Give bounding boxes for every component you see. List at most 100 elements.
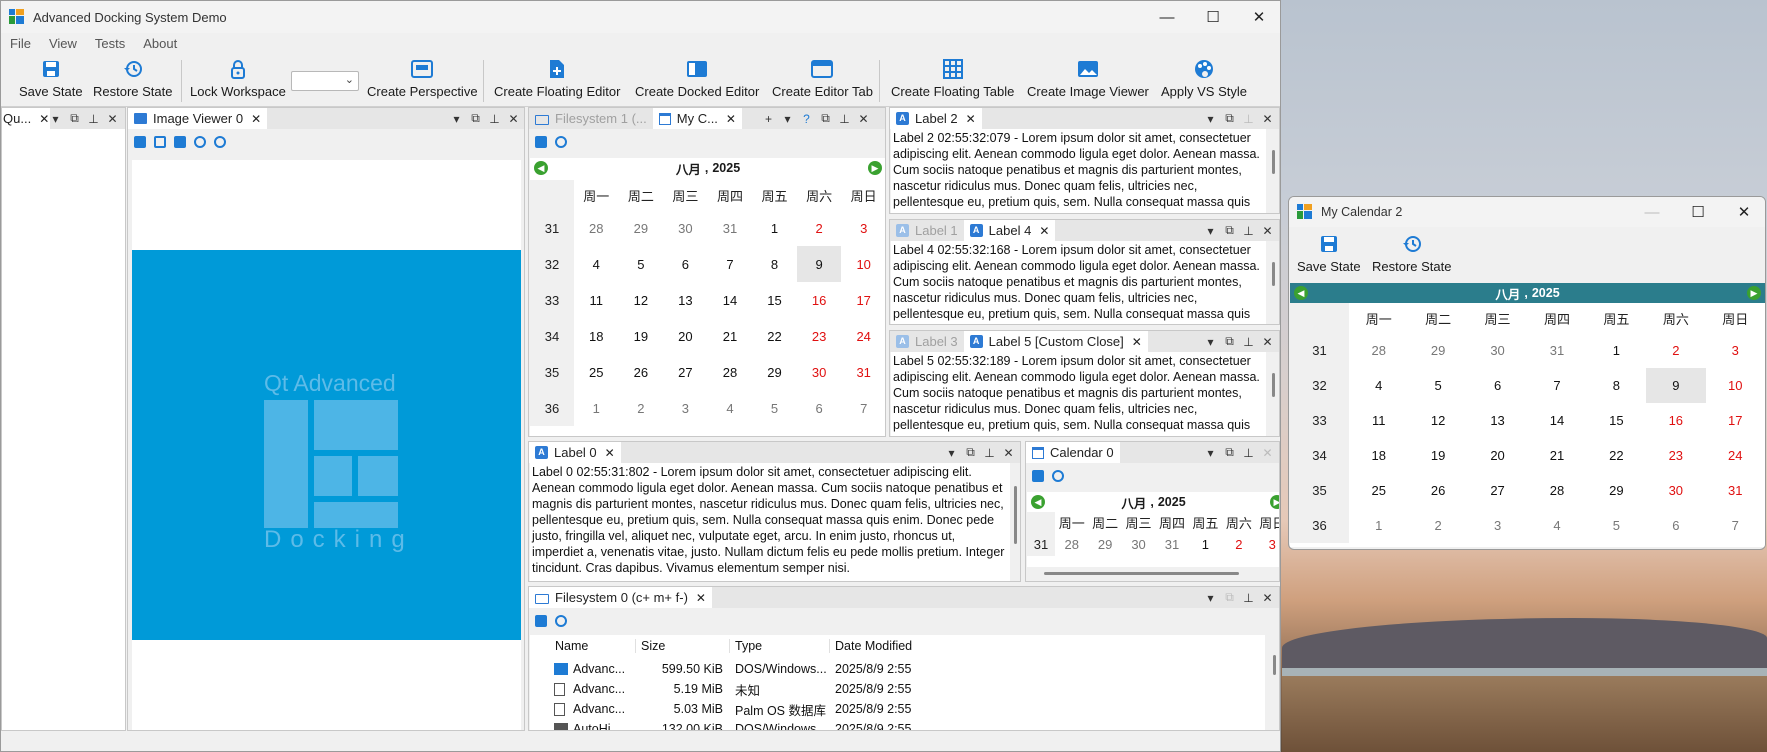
day-cell-selected[interactable]: 9 bbox=[796, 246, 842, 282]
undock-icon[interactable]: ⧉ bbox=[961, 445, 980, 460]
create-editor-tab-button[interactable]: Create Editor Tab bbox=[772, 58, 873, 104]
day-cell[interactable]: 22 bbox=[1587, 438, 1646, 473]
column-date[interactable]: Date Modified bbox=[830, 639, 950, 653]
day-cell[interactable]: 15 bbox=[752, 282, 797, 318]
day-cell[interactable]: 28 bbox=[708, 354, 753, 390]
close-icon[interactable]: ✕ bbox=[1132, 335, 1142, 349]
save-state-button[interactable]: Save State bbox=[1297, 233, 1361, 279]
pin-icon[interactable]: ⊥ bbox=[1239, 224, 1258, 238]
horizontal-scrollbar[interactable] bbox=[1044, 572, 1239, 575]
day-cell[interactable]: 5 bbox=[1587, 508, 1646, 543]
close-icon[interactable]: ✕ bbox=[854, 112, 873, 126]
menu-view[interactable]: View bbox=[40, 36, 86, 51]
day-cell[interactable]: 29 bbox=[1408, 333, 1467, 368]
table-row[interactable]: Advanc... 5.03 MiB Palm OS 数据库 2025/8/9 … bbox=[530, 699, 949, 719]
day-cell[interactable]: 13 bbox=[1468, 403, 1527, 438]
tab-menu-icon[interactable]: ▾ bbox=[447, 112, 466, 126]
prev-month-icon[interactable]: ◀ bbox=[1031, 495, 1045, 509]
day-cell[interactable]: 18 bbox=[1349, 438, 1408, 473]
day-cell[interactable]: 7 bbox=[1706, 508, 1765, 543]
day-cell[interactable]: 20 bbox=[1468, 438, 1527, 473]
day-cell[interactable]: 21 bbox=[708, 318, 753, 354]
create-floating-editor-button[interactable]: Create Floating Editor bbox=[494, 58, 620, 104]
next-month-icon[interactable]: ▶ bbox=[868, 161, 882, 175]
day-cell[interactable]: 13 bbox=[663, 282, 708, 318]
close-icon[interactable]: ✕ bbox=[1258, 224, 1277, 238]
undock-icon[interactable]: ⧉ bbox=[65, 111, 84, 126]
day-cell[interactable]: 23 bbox=[797, 318, 842, 354]
day-cell[interactable]: 4 bbox=[708, 390, 753, 426]
day-cell[interactable]: 30 bbox=[1122, 532, 1155, 556]
day-cell[interactable]: 11 bbox=[1349, 403, 1408, 438]
lock-workspace-button[interactable]: Lock Workspace bbox=[190, 58, 286, 104]
day-cell[interactable]: 7 bbox=[841, 390, 885, 426]
tab-quick[interactable]: Qu... ✕ bbox=[2, 108, 51, 129]
year-label[interactable]: 2025 bbox=[712, 161, 740, 175]
day-cell[interactable]: 24 bbox=[841, 318, 885, 354]
day-cell-selected[interactable]: 9 bbox=[1646, 368, 1706, 403]
close-icon[interactable]: ✕ bbox=[504, 112, 523, 126]
history-icon[interactable] bbox=[555, 615, 567, 627]
minimize-button[interactable]: — bbox=[1144, 1, 1190, 33]
day-cell[interactable]: 1 bbox=[1189, 532, 1222, 556]
tab-menu-icon[interactable]: ▾ bbox=[1201, 112, 1220, 126]
day-cell[interactable]: 16 bbox=[797, 282, 842, 318]
save-state-button[interactable]: Save State bbox=[19, 58, 83, 104]
day-cell[interactable]: 24 bbox=[1706, 438, 1765, 473]
create-image-viewer-button[interactable]: Create Image Viewer bbox=[1027, 58, 1149, 104]
undock-icon[interactable]: ⧉ bbox=[1220, 590, 1239, 605]
tab-label-0[interactable]: A Label 0 ✕ bbox=[529, 442, 621, 463]
scrollbar[interactable] bbox=[1272, 262, 1275, 286]
fit-icon[interactable] bbox=[154, 136, 166, 148]
undock-icon[interactable]: ⧉ bbox=[466, 111, 485, 126]
scrollbar[interactable] bbox=[1272, 150, 1275, 174]
perspective-combo[interactable]: ⌄ bbox=[291, 71, 359, 91]
history-icon[interactable] bbox=[1052, 470, 1064, 482]
pin-icon[interactable]: ⊥ bbox=[1239, 446, 1258, 460]
day-cell[interactable]: 31 bbox=[708, 210, 753, 246]
scrollbar[interactable] bbox=[1014, 486, 1017, 544]
column-size[interactable]: Size bbox=[636, 639, 730, 653]
close-icon[interactable]: ✕ bbox=[1258, 112, 1277, 126]
day-cell[interactable]: 3 bbox=[841, 210, 885, 246]
menu-file[interactable]: File bbox=[1, 36, 40, 51]
prev-month-icon[interactable]: ◀ bbox=[534, 161, 548, 175]
close-button[interactable]: ✕ bbox=[1236, 1, 1280, 33]
year-label[interactable]: 2025 bbox=[1158, 495, 1186, 509]
day-cell[interactable]: 31 bbox=[1527, 333, 1586, 368]
day-cell[interactable]: 17 bbox=[1706, 403, 1765, 438]
day-cell[interactable]: 17 bbox=[841, 282, 885, 318]
day-cell[interactable]: 6 bbox=[1468, 368, 1527, 403]
day-cell[interactable]: 25 bbox=[1349, 473, 1408, 508]
day-cell[interactable]: 8 bbox=[1587, 368, 1646, 403]
tab-calendar-0[interactable]: Calendar 0 bbox=[1026, 442, 1120, 463]
day-cell[interactable]: 20 bbox=[663, 318, 708, 354]
tab-filesystem-0[interactable]: Filesystem 0 (c+ m+ f-) ✕ bbox=[529, 587, 712, 608]
tab-menu-icon[interactable]: ▾ bbox=[778, 112, 797, 126]
close-icon[interactable]: ✕ bbox=[696, 591, 706, 605]
day-cell[interactable]: 3 bbox=[1706, 333, 1765, 368]
tab-label-2[interactable]: A Label 2 ✕ bbox=[890, 108, 982, 129]
next-month-icon[interactable]: ▶ bbox=[1747, 286, 1761, 300]
tab-menu-icon[interactable]: ▾ bbox=[1201, 591, 1220, 605]
close-icon[interactable]: ✕ bbox=[1258, 335, 1277, 349]
apply-vs-style-button[interactable]: Apply VS Style bbox=[1161, 58, 1247, 104]
day-cell[interactable]: 16 bbox=[1646, 403, 1705, 438]
day-cell[interactable]: 11 bbox=[574, 282, 619, 318]
zoom-out-icon[interactable] bbox=[214, 136, 226, 148]
tab-menu-icon[interactable]: ▾ bbox=[1201, 335, 1220, 349]
day-cell[interactable]: 5 bbox=[752, 390, 797, 426]
day-cell[interactable]: 29 bbox=[752, 354, 797, 390]
actual-size-icon[interactable] bbox=[174, 136, 186, 148]
maximize-button[interactable]: ☐ bbox=[1675, 197, 1721, 227]
day-cell[interactable]: 10 bbox=[1706, 368, 1765, 403]
tab-my-calendar[interactable]: My C... ✕ bbox=[652, 108, 742, 129]
restore-state-button[interactable]: Restore State bbox=[93, 58, 173, 104]
day-cell[interactable]: 7 bbox=[708, 246, 753, 282]
year-label[interactable]: 2025 bbox=[1532, 286, 1560, 300]
table-row[interactable]: Advanc... 5.19 MiB 未知 2025/8/9 2:55 bbox=[530, 679, 949, 699]
close-icon[interactable]: ✕ bbox=[999, 446, 1018, 460]
month-label[interactable]: 八月 bbox=[676, 159, 701, 178]
day-cell[interactable]: 23 bbox=[1646, 438, 1705, 473]
day-cell[interactable]: 12 bbox=[619, 282, 664, 318]
